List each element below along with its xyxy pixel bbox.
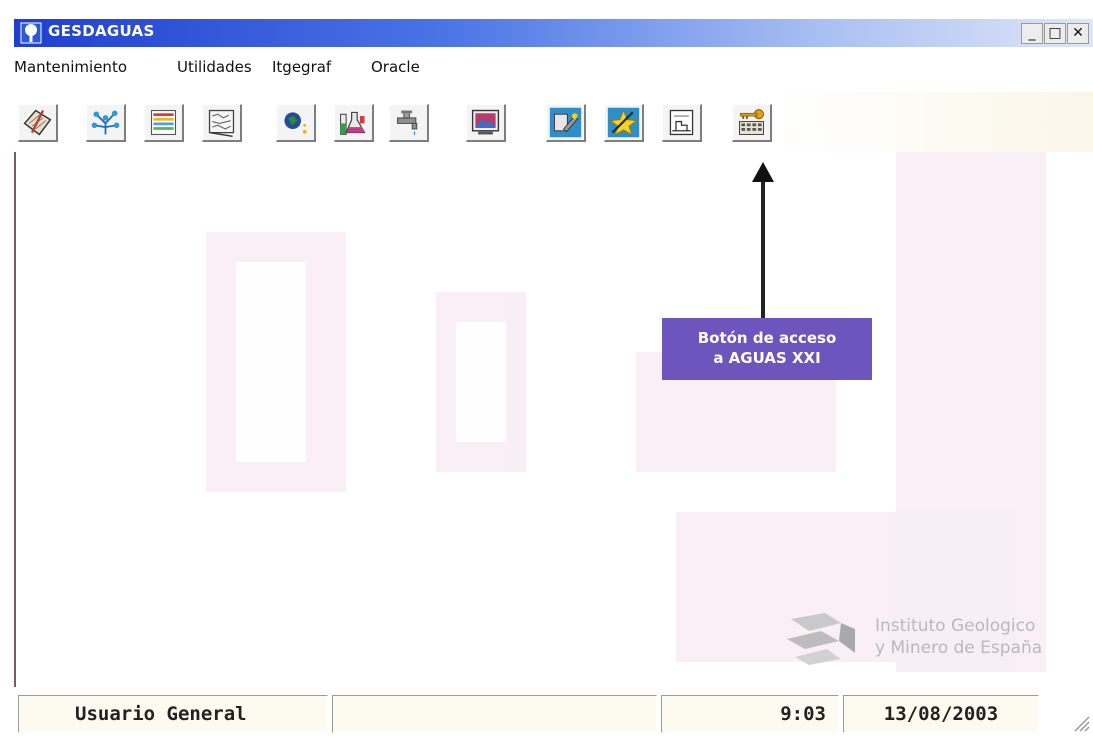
maximize-button[interactable]: □ (1044, 23, 1066, 44)
title-bar[interactable]: GESDAGUAS _ □ ✕ (14, 19, 1093, 47)
callout-line-2: a AGUAS XXI (713, 349, 821, 367)
chart-grid-icon (150, 109, 177, 136)
map-document-icon (208, 109, 235, 137)
lightning-star-icon (607, 107, 640, 138)
pointer-arrow-line (761, 170, 765, 320)
menu-itgegraf[interactable]: Itgegraf (272, 58, 331, 76)
map-document-button[interactable] (202, 104, 242, 142)
aguas-xxi-access-button[interactable] (732, 104, 772, 142)
well-log-icon (669, 109, 694, 136)
menu-utilidades[interactable]: Utilidades (177, 58, 252, 76)
menu-oracle[interactable]: Oracle (371, 58, 420, 76)
status-user: Usuario General (18, 695, 328, 733)
menu-mantenimiento[interactable]: Mantenimiento (14, 58, 127, 76)
main-area: Botón de acceso a AGUAS XXI Instituto Ge… (14, 152, 1093, 687)
tools-wrench-icon (549, 107, 582, 138)
status-bar: Usuario General 9:03 13/08/2003 (14, 695, 1093, 735)
minimize-button[interactable]: _ (1021, 23, 1043, 44)
resize-grip-icon[interactable] (1071, 713, 1091, 733)
network-tree-icon (91, 110, 120, 135)
monitor-image-icon (471, 109, 500, 135)
aguas-xxi-key-icon (739, 109, 764, 135)
aguas-xxi-callout: Botón de acceso a AGUAS XXI (662, 318, 872, 380)
notebook-pencil-button[interactable] (18, 104, 58, 142)
logo-line-2: y Minero de España (875, 638, 1043, 658)
notebook-pencil-icon (23, 109, 52, 136)
pointer-arrow-head (752, 162, 774, 182)
igme-logo-mark-icon (787, 613, 855, 665)
logo-line-1: Instituto Geologico (875, 616, 1036, 636)
monitor-image-button[interactable] (466, 104, 506, 142)
well-log-button[interactable] (662, 104, 702, 142)
water-tap-button[interactable] (389, 104, 429, 142)
chart-grid-button[interactable] (144, 104, 184, 142)
tree-icon (20, 22, 42, 44)
lab-flask-icon (340, 111, 366, 135)
close-button[interactable]: ✕ (1067, 23, 1089, 44)
lab-flask-button[interactable] (334, 104, 374, 142)
status-time: 9:03 (661, 695, 839, 733)
window-title: GESDAGUAS (48, 22, 155, 40)
callout-line-1: Botón de acceso (697, 329, 837, 347)
toolbar (14, 92, 1093, 152)
igme-logo: Instituto Geologico y Minero de España (781, 609, 1091, 671)
globe-search-icon (284, 112, 307, 134)
status-message (332, 695, 657, 733)
status-date: 13/08/2003 (843, 695, 1039, 733)
lightning-star-button[interactable] (604, 104, 644, 142)
watermark-background (206, 152, 1046, 672)
globe-search-button[interactable] (276, 104, 316, 142)
network-tree-button[interactable] (86, 104, 126, 142)
tools-wrench-button[interactable] (546, 104, 586, 142)
water-tap-icon (396, 110, 418, 136)
